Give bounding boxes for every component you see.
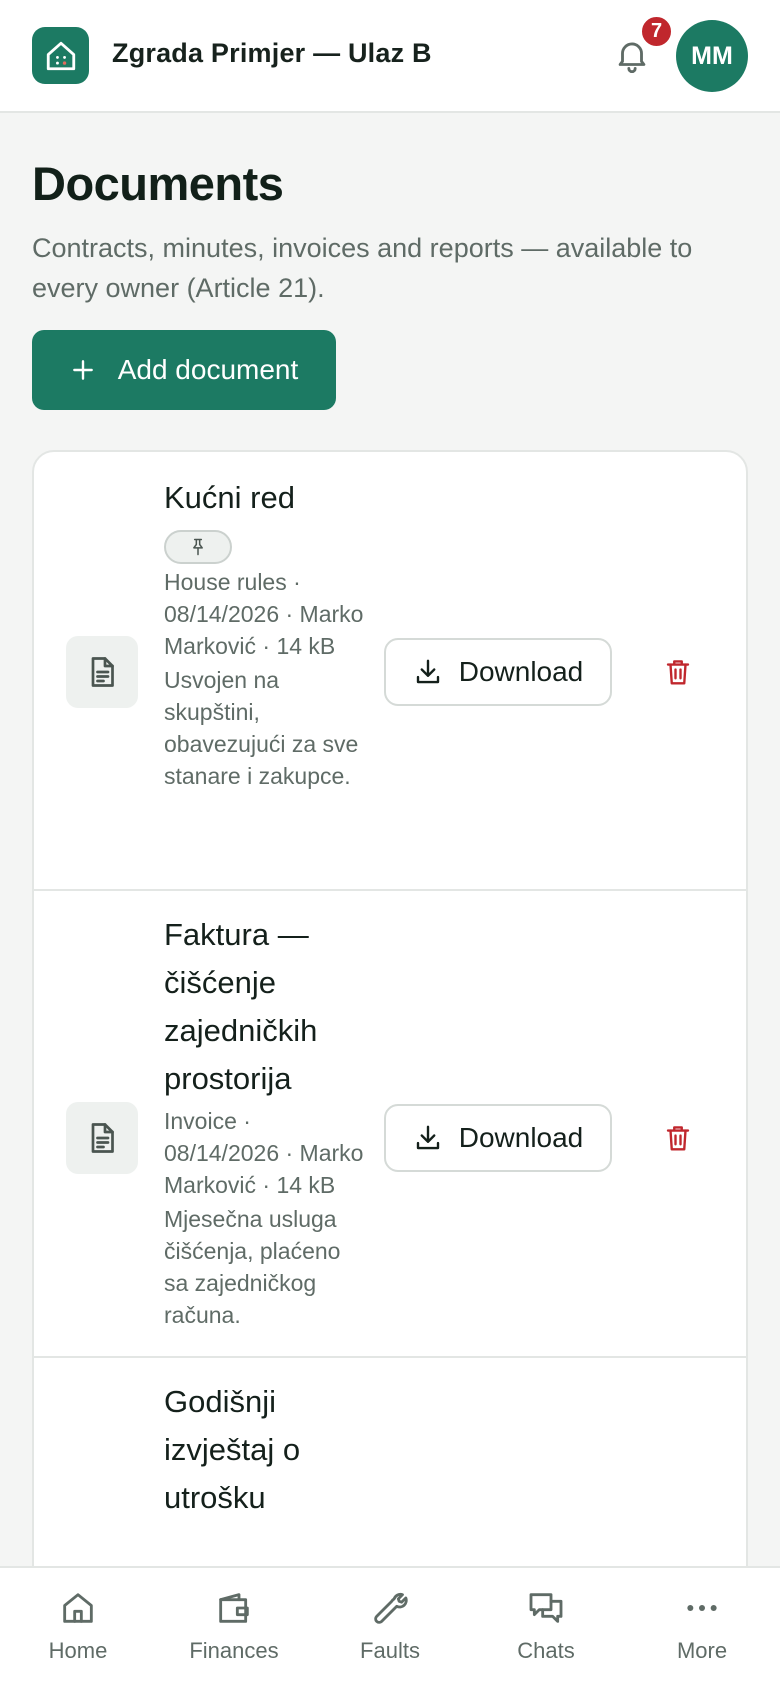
wrench-icon	[370, 1588, 410, 1628]
delete-icon[interactable]	[656, 1116, 700, 1160]
nav-label: Home	[48, 1638, 108, 1663]
bottom-nav: Home Finances Faults Chats More	[0, 1566, 780, 1688]
nav-label: Faults	[360, 1638, 420, 1663]
nav-home[interactable]: Home	[0, 1568, 156, 1688]
plus-icon	[70, 357, 96, 383]
download-label: Download	[458, 1122, 584, 1153]
download-label: Download	[458, 656, 584, 687]
add-document-button[interactable]: Add document	[32, 330, 336, 410]
document-meta: House rules · 08/14/2026 · Marko Markovi…	[164, 569, 364, 659]
download-icon	[413, 1123, 443, 1153]
nav-label: More	[676, 1638, 728, 1663]
notification-badge: 7	[640, 15, 673, 48]
avatar[interactable]: MM	[676, 20, 748, 92]
document-icon	[66, 636, 138, 708]
pinned-badge	[164, 530, 232, 564]
download-button[interactable]: Download	[384, 638, 612, 706]
document-item: Faktura — čišćenje zajedničkih prostorij…	[34, 891, 746, 1358]
wallet-icon	[214, 1588, 254, 1628]
download-icon	[413, 657, 443, 687]
building-name[interactable]: Zgrada Primjer — Ulaz B	[112, 38, 432, 69]
document-description: Usvojen na skupštini, obavezujući za sve…	[164, 667, 359, 789]
document-body: Faktura — čišćenje zajedničkih prostorij…	[164, 911, 364, 1331]
document-description: Mjesečna usluga čišćenja, plaćeno sa zaj…	[164, 1206, 341, 1328]
app-header: Zgrada Primjer — Ulaz B 7 MM	[0, 0, 780, 113]
pin-icon	[188, 537, 208, 557]
document-body: Kućni red House rules · 08/14/2026 · Mar…	[164, 474, 364, 792]
download-button[interactable]: Download	[384, 1104, 612, 1172]
document-icon	[66, 1102, 138, 1174]
nav-label: Chats	[517, 1638, 575, 1663]
document-item: Kućni red House rules · 08/14/2026 · Mar…	[34, 452, 746, 891]
page-title: Documents	[32, 157, 284, 210]
document-title[interactable]: Kućni red	[164, 474, 364, 522]
delete-icon[interactable]	[656, 650, 700, 694]
document-list: Kućni red House rules · 08/14/2026 · Mar…	[32, 450, 748, 1688]
nav-faults[interactable]: Faults	[312, 1568, 468, 1688]
chat-icon	[526, 1588, 566, 1628]
document-meta: Invoice · 08/14/2026 · Marko Marković · …	[164, 1108, 364, 1198]
document-title[interactable]: Godišnji izvještaj o utrošku	[164, 1378, 364, 1522]
nav-label: Finances	[189, 1638, 279, 1663]
page-subtitle: Contracts, minutes, invoices and reports…	[32, 233, 693, 303]
nav-more[interactable]: More	[624, 1568, 780, 1688]
nav-chats[interactable]: Chats	[468, 1568, 624, 1688]
house-icon[interactable]	[32, 27, 89, 84]
document-body: Godišnji izvještaj o utrošku	[164, 1378, 364, 1522]
nav-finances[interactable]: Finances	[156, 1568, 312, 1688]
more-icon	[682, 1588, 722, 1628]
document-title[interactable]: Faktura — čišćenje zajedničkih prostorij…	[164, 911, 364, 1103]
home-icon	[58, 1588, 98, 1628]
add-document-label: Add document	[117, 354, 299, 385]
